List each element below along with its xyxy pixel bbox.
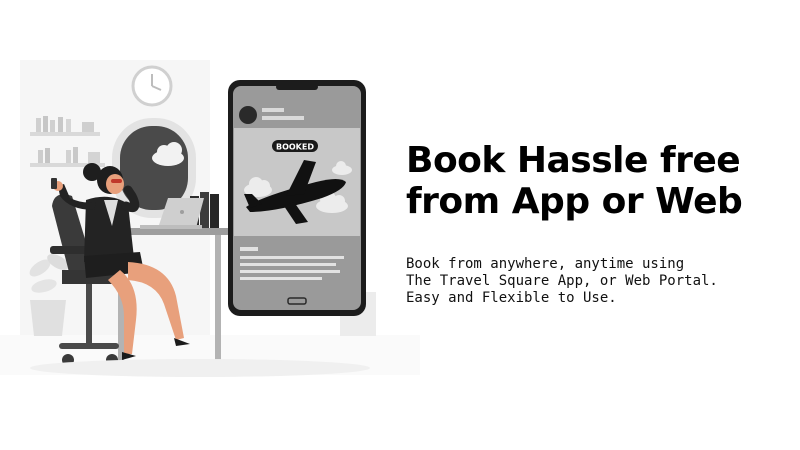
- booking-illustration: BOOKED: [0, 60, 420, 377]
- hero-copy: Book Hassle free from App or Web Book fr…: [406, 140, 786, 307]
- description: Book from anywhere, anytime using The Tr…: [406, 256, 786, 307]
- phone-notch: [276, 84, 318, 90]
- booked-badge: BOOKED: [272, 140, 318, 152]
- headline: Book Hassle free from App or Web: [406, 140, 786, 222]
- phone-mockup: BOOKED: [228, 80, 366, 316]
- booked-badge-label: BOOKED: [276, 143, 314, 152]
- avatar: [239, 106, 257, 124]
- wall-clock-icon: [131, 65, 173, 107]
- headline-line-1: Book Hassle free: [406, 140, 741, 181]
- headline-line-2: from App or Web: [406, 181, 743, 222]
- floor-shadow: [30, 359, 370, 377]
- page: BOOKED Book Hassle free from App or Web …: [0, 0, 800, 450]
- description-line-2: The Travel Square App, or Web Portal.: [406, 273, 718, 289]
- description-line-1: Book from anywhere, anytime using: [406, 256, 685, 272]
- description-line-3: Easy and Flexible to Use.: [406, 290, 617, 306]
